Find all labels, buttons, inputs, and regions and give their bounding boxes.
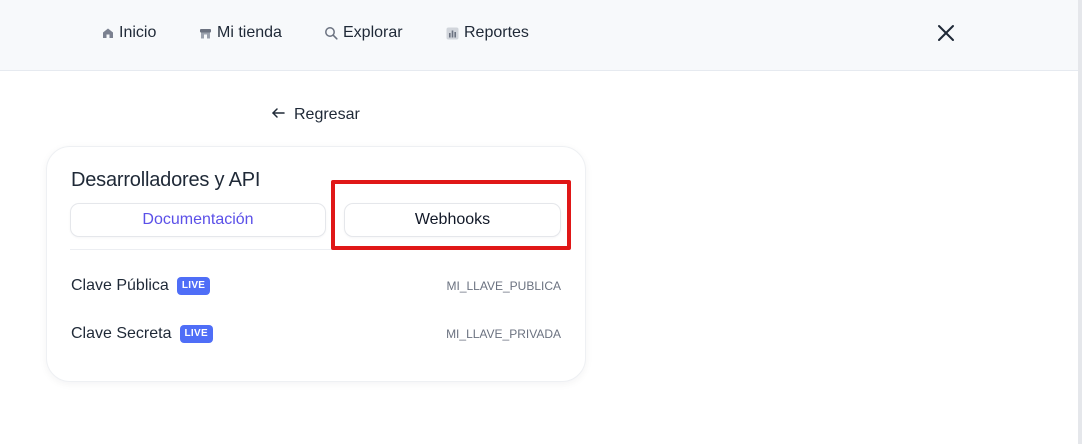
- back-link[interactable]: Regresar: [271, 104, 360, 126]
- nav-item-reportes[interactable]: Reportes: [446, 22, 529, 44]
- public-key-label: Clave Pública LIVE: [71, 277, 211, 295]
- top-navigation-bar: Inicio Mi tienda Explorar Reportes: [0, 0, 1078, 71]
- tab-label: Documentación: [142, 211, 254, 228]
- nav-item-inicio[interactable]: Inicio: [102, 22, 156, 44]
- back-link-label: Regresar: [294, 106, 360, 123]
- arrow-left-icon: [271, 106, 285, 124]
- secret-key-value[interactable]: MI_LLAVE_PRIVADA: [446, 327, 561, 341]
- secret-key-row: Clave Secreta LIVE MI_LLAVE_PRIVADA: [71, 323, 561, 347]
- reports-icon: [446, 27, 459, 40]
- live-badge: LIVE: [176, 277, 211, 295]
- nav-item-label: Inicio: [119, 24, 157, 41]
- nav-item-explorar[interactable]: Explorar: [324, 22, 403, 44]
- tab-documentacion[interactable]: Documentación: [70, 203, 326, 237]
- nav-item-label: Mi tienda: [217, 24, 282, 41]
- divider: [70, 249, 562, 250]
- secret-key-label: Clave Secreta LIVE: [71, 325, 213, 343]
- close-icon: [934, 25, 958, 49]
- nav-item-label: Reportes: [464, 24, 529, 41]
- card-title: Desarrolladores y API: [71, 169, 261, 191]
- close-button[interactable]: [934, 21, 958, 45]
- public-key-value[interactable]: MI_LLAVE_PUBLICA: [447, 279, 562, 293]
- nav-item-label: Explorar: [343, 24, 403, 41]
- store-icon: [199, 27, 212, 40]
- developers-api-card: Desarrolladores y API Documentación Webh…: [46, 146, 586, 382]
- scrollbar[interactable]: [1078, 0, 1082, 444]
- tab-webhooks[interactable]: Webhooks: [344, 203, 561, 237]
- public-key-row: Clave Pública LIVE MI_LLAVE_PUBLICA: [71, 275, 561, 299]
- home-icon: [102, 27, 114, 39]
- search-icon: [324, 26, 338, 40]
- live-badge: LIVE: [179, 325, 213, 343]
- nav-item-mi-tienda[interactable]: Mi tienda: [199, 22, 282, 44]
- tab-label: Webhooks: [414, 211, 491, 228]
- key-label-text: Clave Secreta: [71, 325, 172, 342]
- key-label-text: Clave Pública: [71, 277, 169, 294]
